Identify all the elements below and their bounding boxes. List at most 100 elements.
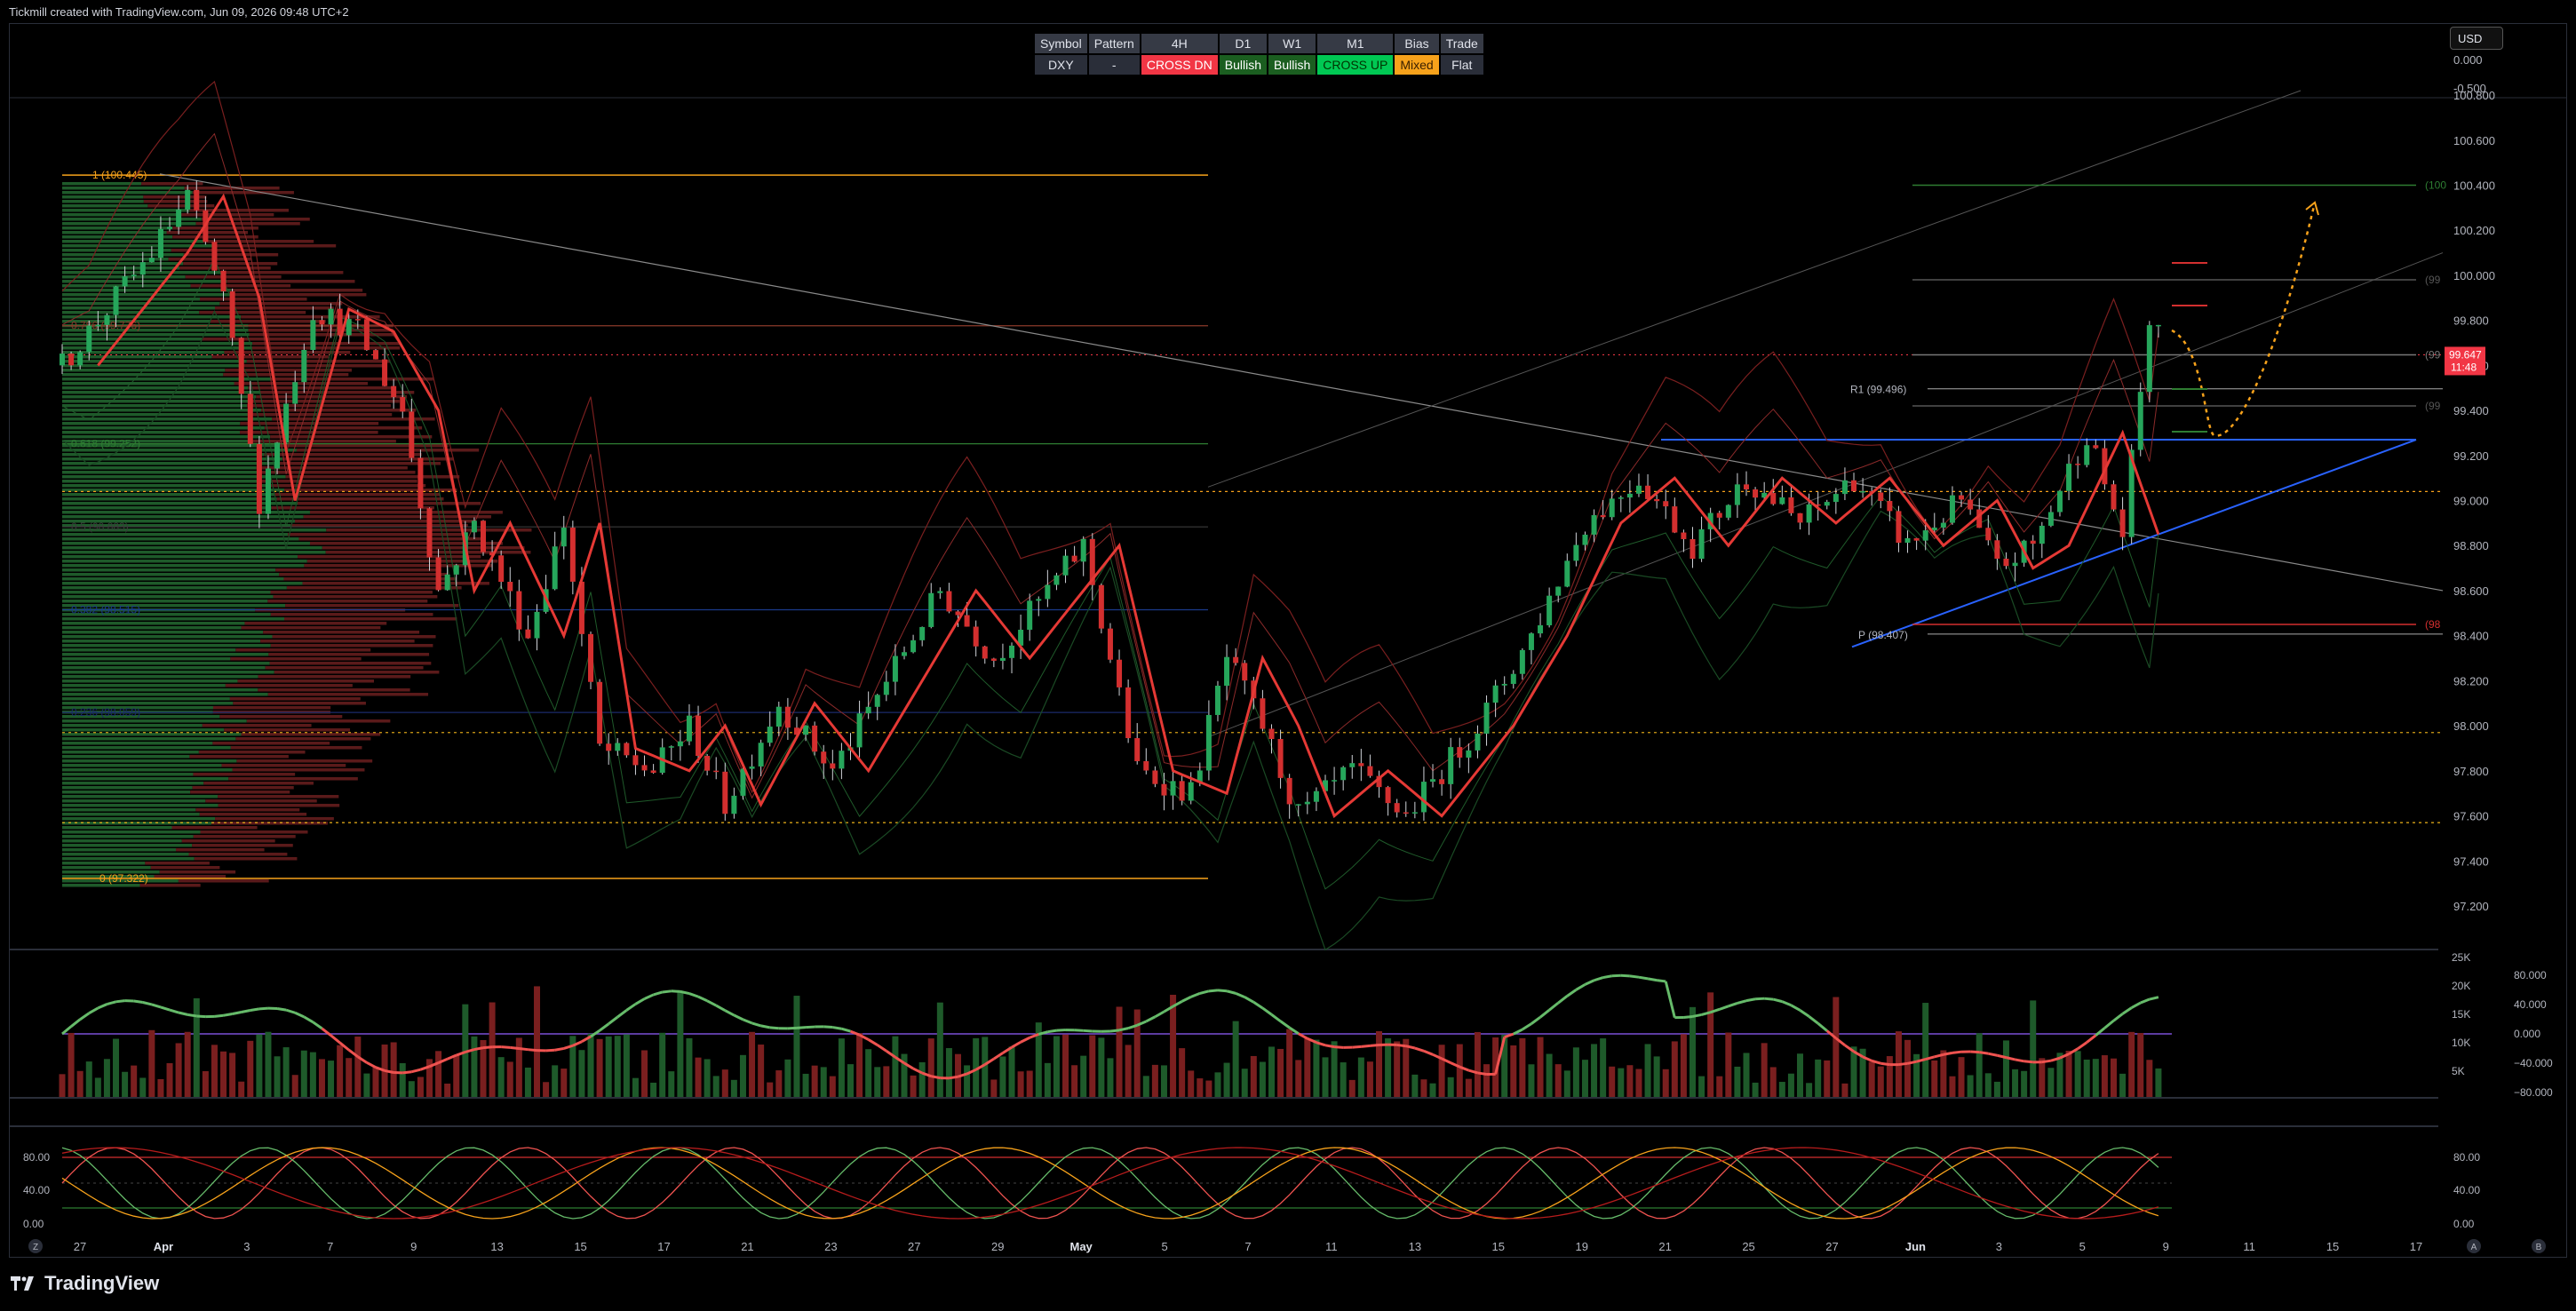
volume-bar [1609, 1066, 1616, 1097]
volume-bar [641, 1050, 648, 1097]
volume-profile-bar [62, 773, 194, 776]
candle-body [301, 349, 307, 383]
volume-profile-bar [193, 835, 296, 838]
volume-profile-bar [62, 546, 322, 550]
volume-bar [408, 1081, 415, 1097]
corner-button-label: B [2536, 1243, 2542, 1252]
candle-body [1887, 500, 1893, 512]
candle-body [1466, 750, 1472, 758]
volume-profile-bar [62, 182, 142, 186]
oscillator-line [930, 1075, 941, 1080]
candle-body [1681, 532, 1687, 539]
candle-body [417, 457, 424, 509]
volume-bar [1080, 1055, 1087, 1097]
volume-profile-bar [62, 395, 257, 399]
volume-profile-bar [256, 395, 408, 399]
volume-bar [1133, 1009, 1141, 1097]
volume-bar [695, 1057, 702, 1097]
volume-profile-bar [192, 844, 293, 847]
volume-profile-bar [62, 400, 252, 403]
candle-body [1439, 779, 1445, 784]
volume-profile-bar [62, 249, 171, 252]
volume-profile-bar [62, 853, 189, 856]
candle-body [2146, 325, 2152, 393]
candle-body [1313, 791, 1319, 802]
oscillator-line [107, 1000, 116, 1006]
candle-body [1107, 628, 1113, 660]
volume-bar [1340, 1062, 1347, 1097]
volume-profile-bar [62, 555, 298, 559]
candle-body [1753, 489, 1759, 498]
oscillator-line [169, 1008, 179, 1014]
candle-body [2047, 512, 2054, 526]
volume-bar [103, 1059, 110, 1097]
volume-profile-bar [141, 182, 203, 186]
volume-profile-bar [288, 533, 464, 536]
candle-body [1214, 686, 1220, 715]
volume-profile-bar [205, 799, 317, 803]
candle-body [122, 276, 128, 287]
volume-bar [1537, 1037, 1544, 1097]
volume-bar [390, 1042, 397, 1097]
volume-profile-bar [188, 853, 288, 856]
projection-arrow [2305, 201, 2319, 216]
candle-body [874, 695, 880, 707]
price-tick: 100.600 [2453, 134, 2495, 147]
volume-profile-bar [62, 582, 303, 585]
volume-bar [1107, 1058, 1114, 1097]
oscillator-line [142, 1001, 153, 1006]
chart-canvas[interactable]: 100.800100.600100.400100.200100.00099.80… [0, 0, 2576, 1311]
oscillator-line [70, 1018, 82, 1028]
volume-profile-bar [62, 551, 326, 554]
candle-body [2066, 464, 2072, 491]
volume-bar [1761, 1043, 1768, 1097]
currency-button[interactable]: USD [2450, 27, 2503, 50]
volume-profile-bar [62, 302, 220, 306]
candle-body [677, 741, 683, 747]
candle-body [1896, 511, 1902, 544]
candle-body [902, 652, 907, 656]
price-tick: 99.800 [2453, 314, 2489, 328]
time-tick: 27 [74, 1240, 86, 1253]
volume-profile-bar [62, 679, 238, 683]
volume-profile-bar [62, 413, 248, 417]
candle-body [650, 770, 656, 774]
candle-body [2119, 509, 2126, 537]
candle-body [892, 656, 898, 682]
signal-cell-6: Mixed [1395, 55, 1439, 75]
volume-bar [1125, 1045, 1132, 1097]
volume-profile-bar [62, 719, 247, 723]
stoch-tick-left: 40.00 [23, 1184, 50, 1196]
candle-body [157, 228, 163, 258]
volume-profile-bar [261, 480, 417, 483]
tradingview-logo[interactable]: TradingView [11, 1272, 159, 1295]
candle-body [131, 274, 137, 277]
candle-body [382, 359, 388, 386]
time-tick: 9 [410, 1240, 417, 1253]
price-tick: 99.200 [2453, 449, 2489, 463]
oscillator-line [115, 999, 125, 1004]
candle-body [1555, 586, 1562, 596]
candle-body [1788, 497, 1794, 513]
volume-bar [838, 1038, 845, 1097]
volume-bar [309, 1052, 316, 1097]
oscillator-line [706, 999, 717, 1007]
volume-profile-bar [62, 262, 184, 266]
volume-bar [220, 1051, 227, 1097]
candle-body [615, 743, 621, 751]
volume-bar [489, 1002, 496, 1097]
candle-body [919, 626, 926, 640]
candle-body [999, 657, 1006, 661]
candle-body [238, 338, 244, 394]
volume-profile-bar [203, 782, 314, 785]
volume-profile-bar [62, 515, 304, 519]
candle-body [632, 755, 639, 766]
oscillator-line [1522, 1022, 1532, 1031]
candle-body [731, 795, 737, 814]
oscillator-line [2112, 1013, 2124, 1022]
volume-profile-bar [62, 289, 232, 292]
volume-bar [1725, 1032, 1732, 1097]
volume-profile-bar [62, 835, 194, 838]
corner-button-label: Z [33, 1243, 38, 1252]
pivot-r1-label: R1 (99.496) [1850, 384, 1906, 396]
